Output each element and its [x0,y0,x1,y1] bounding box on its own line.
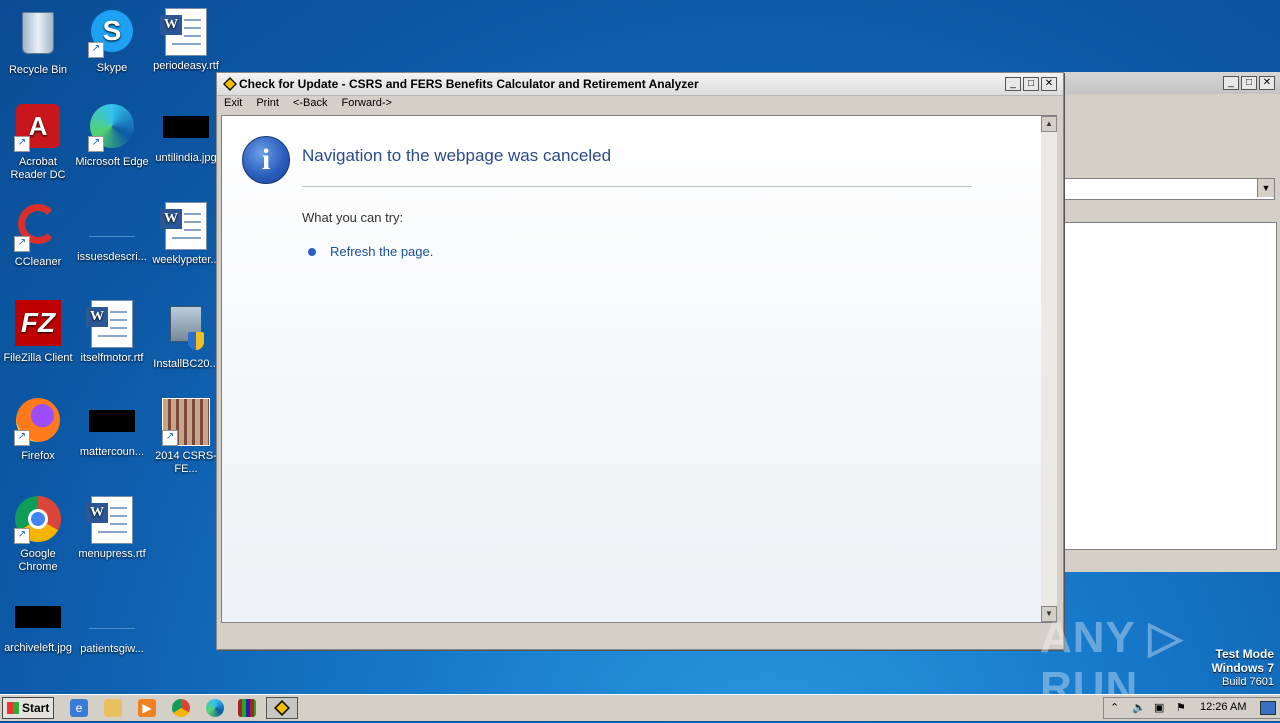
desktop-icon-untilindia[interactable]: untilindia.jpg [148,104,224,165]
word-document-icon: W [86,300,136,348]
scroll-up-icon[interactable]: ▲ [1041,116,1057,132]
desktop-icon-acrobat[interactable]: A ↗ Acrobat Reader DC [0,104,76,182]
chrome-icon[interactable] [172,699,190,717]
menu-back[interactable]: <-Back [286,95,335,113]
background-combo-box[interactable]: ▼ [1063,178,1275,200]
divider [302,186,972,187]
desktop-icon-filezilla[interactable]: FZ FileZilla Client [0,300,76,365]
edge-icon: ↗ [88,104,136,152]
desktop-icon-edge[interactable]: ↗ Microsoft Edge [74,104,150,169]
background-window-titlebar: _ □ ✕ [1063,72,1280,94]
app-icon [274,700,290,716]
status-bar [221,624,1057,644]
firefox-icon: ↗ [14,398,62,446]
chevron-down-icon[interactable]: ▼ [1257,179,1274,197]
chrome-icon: ↗ [14,496,62,544]
show-desktop-icon[interactable] [1260,701,1276,715]
skype-icon: S ↗ [88,10,136,58]
background-list-pane[interactable] [1063,222,1277,550]
menu-exit[interactable]: Exit [217,95,249,113]
application-shortcut-icon: ↗ [162,398,210,446]
installer-icon [162,306,210,354]
acrobat-icon: A ↗ [14,104,62,152]
image-thumbnail-icon [89,410,135,432]
ccleaner-icon: ↗ [14,204,62,252]
menu-print[interactable]: Print [249,95,286,113]
file-icon [89,214,135,237]
volume-icon[interactable]: 🔈 [1132,701,1146,714]
recycle-bin-icon [14,12,62,60]
filezilla-icon: FZ [14,300,62,348]
desktop-icon-issuesdescri[interactable]: issuesdescri... [74,202,150,264]
close-icon[interactable]: ✕ [1041,77,1057,91]
taskbar-item-calculator[interactable] [266,697,298,719]
desktop-icon-archiveleft[interactable]: archiveleft.jpg [0,594,76,655]
os-version: Windows 7 [1211,661,1274,675]
clock[interactable]: 12:26 AM [1200,701,1246,713]
edge-icon[interactable] [206,699,224,717]
page-title: Navigation to the webpage was canceled [302,146,612,165]
start-label: Start [22,701,50,715]
close-icon[interactable]: ✕ [1259,76,1275,90]
os-build: Build 7601 [1222,676,1274,688]
maximize-icon[interactable]: □ [1023,77,1039,91]
desktop-icon-weeklypeter[interactable]: W weeklypeter... [148,202,224,267]
desktop-icon-skype[interactable]: S ↗ Skype [74,8,150,75]
desktop-icon-ccleaner[interactable]: ↗ CCleaner [0,202,76,269]
test-mode-notice: Test Mode Windows 7 Build 7601 [1211,648,1274,689]
image-thumbnail-icon [163,116,209,138]
bullet-icon [308,248,316,256]
desktop-icon-recycle-bin[interactable]: Recycle Bin [0,8,76,77]
file-icon [89,606,135,629]
test-mode-label: Test Mode [1215,647,1274,661]
app-icon [223,77,237,91]
file-explorer-icon[interactable] [104,699,122,717]
info-icon: i [242,136,290,184]
action-center-flag-icon[interactable]: ⚑ [1176,701,1186,714]
word-document-icon: W [160,8,210,56]
taskbar: Start e ▶ ⌃ 🔈 ▣ ⚑ 12:26 AM [0,694,1280,721]
desktop-icon-csrs-fe[interactable]: ↗ 2014 CSRS-FE... [148,398,224,476]
show-hidden-icons-icon[interactable]: ⌃ [1110,701,1119,714]
desktop-icon-patientsgiw[interactable]: patientsgiw... [74,594,150,656]
vertical-scrollbar[interactable]: ▲ ▼ [1041,115,1057,623]
system-tray: ⌃ 🔈 ▣ ⚑ 12:26 AM [1103,697,1280,719]
desktop-icon-menupress[interactable]: W menupress.rtf [74,496,150,561]
start-button[interactable]: Start [2,697,54,719]
window-titlebar[interactable]: Check for Update - CSRS and FERS Benefit… [217,73,1063,96]
internet-explorer-icon[interactable]: e [70,699,88,717]
desktop-icon-chrome[interactable]: ↗ Google Chrome [0,496,76,574]
minimize-icon[interactable]: _ [1223,76,1239,90]
check-for-update-window: Check for Update - CSRS and FERS Benefit… [216,72,1064,650]
word-document-icon: W [86,496,136,544]
windows-logo-icon [7,702,19,714]
desktop-icon-periodeasy[interactable]: W periodeasy.rtf [148,8,224,73]
winrar-icon[interactable] [238,699,256,717]
network-icon[interactable]: ▣ [1154,701,1164,714]
desktop-icon-mattercoun[interactable]: mattercoun... [74,398,150,459]
maximize-icon[interactable]: □ [1241,76,1257,90]
refresh-page-link[interactable]: Refresh the page. [330,244,433,259]
window-title: Check for Update - CSRS and FERS Benefit… [239,77,699,91]
word-document-icon: W [160,202,210,250]
background-window: _ □ ✕ ▼ [1062,72,1280,572]
try-label: What you can try: [302,210,404,225]
image-thumbnail-icon [15,606,61,628]
menu-bar: Exit Print <-Back Forward-> [217,95,1063,113]
desktop-icon-firefox[interactable]: ↗ Firefox [0,398,76,463]
desktop-icon-installbc[interactable]: InstallBC20... [148,300,224,371]
media-player-icon[interactable]: ▶ [138,699,156,717]
browser-content: i Navigation to the webpage was canceled… [221,115,1043,623]
desktop-icon-itselfmotor[interactable]: W itselfmotor.rtf [74,300,150,365]
minimize-icon[interactable]: _ [1005,77,1021,91]
menu-forward[interactable]: Forward-> [335,95,399,113]
